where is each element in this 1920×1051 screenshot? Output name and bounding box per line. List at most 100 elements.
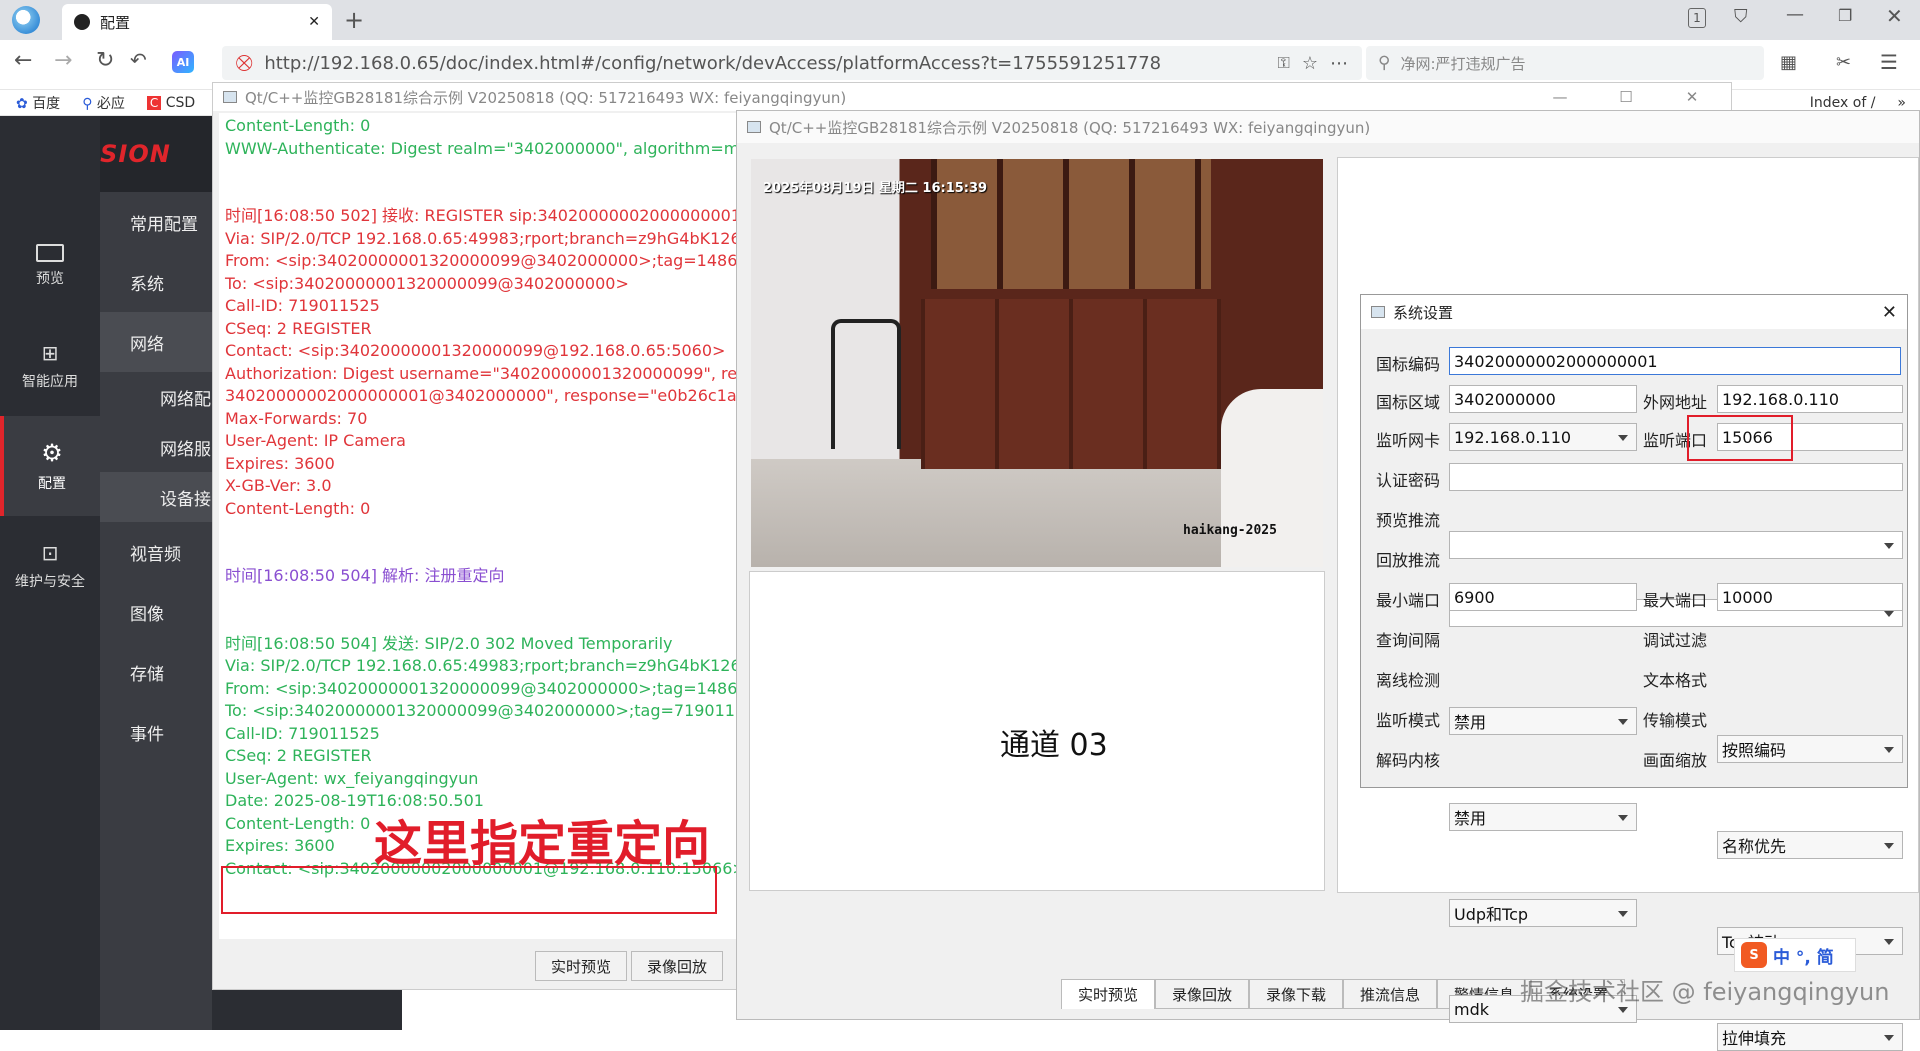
close-window-icon[interactable]: ✕	[1886, 4, 1903, 28]
tab-live-preview[interactable]: 实时预览	[1061, 979, 1155, 1009]
forward-icon[interactable]: →	[54, 48, 72, 73]
ext-addr-field[interactable]: 192.168.0.110	[1717, 385, 1903, 413]
sub-audio-video[interactable]: 视音频	[100, 522, 212, 582]
label-trans-mode: 传输模式	[1643, 711, 1708, 730]
ai-icon[interactable]: AI	[172, 51, 194, 73]
video-osd-name: haikang-2025	[1183, 523, 1277, 538]
annotation-box-port	[1687, 415, 1793, 461]
offline-select[interactable]: 禁用	[1449, 803, 1637, 831]
shirt-icon[interactable]: ⛉	[1734, 6, 1748, 27]
log-line: To: <sip:34020000001320000099@3402000000…	[225, 701, 741, 720]
url-text[interactable]: http://192.168.0.65/doc/index.html#/conf…	[264, 53, 1265, 74]
label-listen-mode: 监听模式	[1376, 711, 1441, 730]
minimize-icon[interactable]: —	[1786, 4, 1804, 25]
bookmark-baidu[interactable]: ✿ 百度	[16, 93, 60, 113]
sub-network[interactable]: 网络	[100, 312, 212, 372]
log-line: 34020000002000000001@3402000000", respon…	[225, 386, 741, 405]
tab-stream-info[interactable]: 推流信息	[1343, 979, 1437, 1009]
bookmark-index[interactable]: Index of /	[1810, 95, 1876, 111]
restore-icon[interactable]: ❐	[1838, 6, 1852, 25]
minimize-icon[interactable]: —	[1531, 88, 1589, 106]
key-icon[interactable]: ⚿	[1278, 53, 1290, 73]
ime-toolbar[interactable]: S 中 °, 简	[1734, 938, 1856, 972]
search-field[interactable]: ⚲ 净网:严打违规广告	[1366, 46, 1764, 80]
nic-select[interactable]: 192.168.0.110	[1449, 423, 1637, 451]
scissors-icon[interactable]: ✂	[1836, 52, 1851, 73]
label-text-fmt: 文本格式	[1643, 671, 1708, 690]
sub-image[interactable]: 图像	[100, 582, 212, 642]
qt-app-icon	[747, 121, 761, 133]
tab-count-badge[interactable]: 1	[1688, 8, 1706, 28]
csdn-icon: C	[146, 95, 162, 110]
listen-mode-select[interactable]: Udp和Tcp	[1449, 899, 1637, 927]
gb-area-field[interactable]: 3402000000	[1449, 385, 1637, 413]
sub-storage[interactable]: 存储	[100, 642, 212, 702]
log-line: 时间[16:08:50 504] 发送: SIP/2.0 302 Moved T…	[225, 633, 673, 653]
qt-window-log-titlebar[interactable]: Qt/C++监控GB28181综合示例 V20250818 (QQ: 51721…	[213, 83, 1731, 111]
log-line: From: <sip:34020000001320000099@34020000…	[225, 251, 741, 270]
tab-playback[interactable]: 录像回放	[631, 951, 723, 981]
star-icon[interactable]: ☆	[1302, 53, 1318, 74]
sub-network-service[interactable]: 网络服	[100, 422, 212, 472]
menu-icon[interactable]: ☰	[1880, 50, 1898, 74]
tab-live-preview[interactable]: 实时预览	[535, 951, 627, 981]
watermark: 掘金技术社区 @ feiyangqingyun	[1520, 978, 1890, 1006]
text-fmt-select[interactable]: 名称优先	[1717, 831, 1903, 859]
browser-logo-icon[interactable]	[12, 6, 40, 34]
log-line: Authorization: Digest username="34020000…	[225, 363, 741, 383]
hik-sub-menu: 常用配置 系统 网络 网络配 网络服 设备接 视音频 图像 存储 事件	[100, 192, 212, 1030]
pwd-field[interactable]	[1449, 463, 1903, 491]
scale-select[interactable]: 拉伸填充	[1717, 1023, 1903, 1051]
bookmark-more[interactable]: »	[1897, 95, 1906, 111]
reload-icon[interactable]: ↻	[96, 48, 114, 73]
apps-grid-icon[interactable]: ▦	[1780, 52, 1797, 73]
settings-titlebar[interactable]: 系统设置 ✕	[1361, 295, 1907, 329]
url-field[interactable]: ⛒ http://192.168.0.65/doc/index.html#/co…	[222, 46, 1362, 80]
insecure-icon[interactable]: ⛒	[236, 53, 252, 73]
menu-maintenance[interactable]: ⊡ 维护与安全	[0, 516, 100, 616]
back-icon[interactable]: ←	[14, 48, 32, 73]
close-icon[interactable]: ✕	[1663, 88, 1721, 106]
sub-common-config[interactable]: 常用配置	[100, 192, 212, 252]
channel-panel[interactable]: 通道 03	[749, 571, 1325, 891]
menu-preview[interactable]: 预览	[0, 216, 100, 316]
sub-device-access[interactable]: 设备接	[100, 472, 212, 522]
close-icon[interactable]: ✕	[1882, 302, 1897, 323]
sub-event[interactable]: 事件	[100, 702, 212, 762]
maximize-icon[interactable]: ☐	[1597, 88, 1655, 106]
log-line: Content-Length: 0	[225, 498, 371, 518]
gb-code-field[interactable]: 34020000002000000001	[1449, 347, 1901, 375]
log-line: 时间[16:08:50 504] 解析: 注册重定向	[225, 566, 505, 585]
search-placeholder[interactable]: 净网:严打违规广告	[1400, 53, 1525, 74]
log-line: User-Agent: wx_feiyangqingyun	[225, 768, 479, 788]
sub-network-config[interactable]: 网络配	[100, 372, 212, 422]
log-line: 时间[16:08:50 502] 接收: REGISTER sip:340200…	[225, 206, 741, 225]
tab-config[interactable]: 配置 ✕	[62, 4, 332, 40]
query-select[interactable]: 禁用	[1449, 707, 1637, 735]
undo-icon[interactable]: ↶	[130, 48, 147, 72]
annotation-text: 这里指定重定向	[374, 816, 711, 872]
sub-system[interactable]: 系统	[100, 252, 212, 312]
label-nic: 监听网卡	[1376, 431, 1441, 450]
bookmark-bing[interactable]: ⚲ 必应	[82, 93, 125, 113]
more-icon[interactable]: ⋯	[1330, 53, 1348, 74]
tab-record-download[interactable]: 录像下载	[1249, 979, 1343, 1009]
video-panel[interactable]: 2025年08月19日 星期二 16:15:39 haikang-2025	[751, 159, 1323, 567]
preview-push-select[interactable]	[1449, 531, 1903, 559]
menu-config[interactable]: ⚙ 配置	[0, 416, 100, 516]
tab-close-icon[interactable]: ✕	[308, 14, 320, 30]
max-port-field[interactable]: 10000	[1717, 583, 1903, 611]
bookmark-csdn[interactable]: C CSD	[146, 95, 195, 111]
min-port-field[interactable]: 6900	[1449, 583, 1637, 611]
log-line: Via: SIP/2.0/TCP 192.168.0.65:49983;rpor…	[225, 228, 741, 248]
menu-smart-apps[interactable]: ⊞ 智能应用	[0, 316, 100, 416]
video-chair	[831, 319, 901, 449]
tab-playback[interactable]: 录像回放	[1155, 979, 1249, 1009]
tab-favicon-icon	[74, 14, 90, 30]
debug-select[interactable]: 按照编码	[1717, 735, 1903, 763]
new-tab-icon[interactable]: +	[344, 6, 364, 34]
qt-window-main-titlebar[interactable]: Qt/C++监控GB28181综合示例 V20250818 (QQ: 51721…	[737, 111, 1919, 143]
